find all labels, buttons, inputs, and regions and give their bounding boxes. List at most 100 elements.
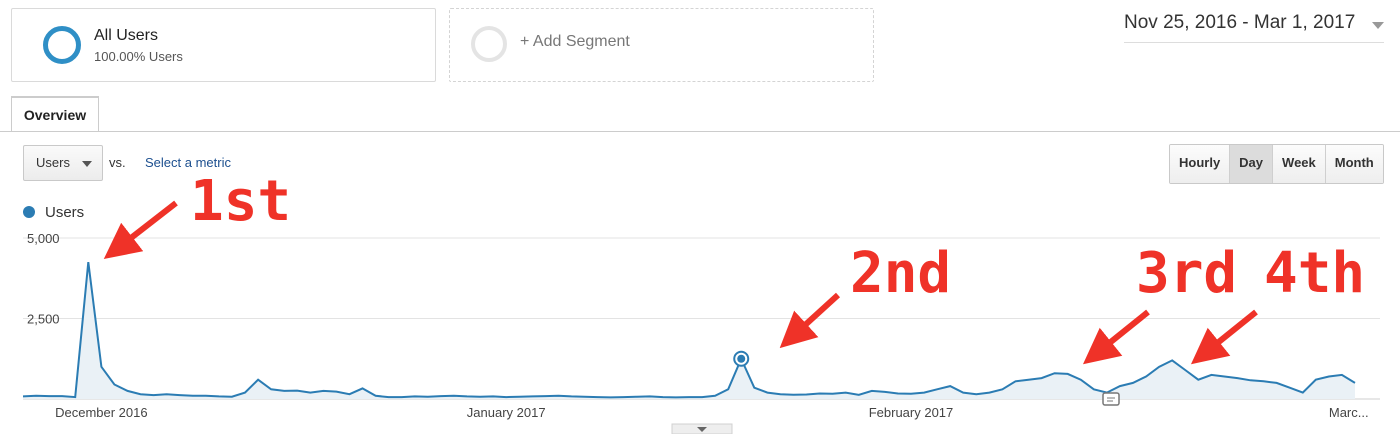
data-point[interactable] [673, 394, 679, 400]
data-point[interactable] [516, 394, 522, 400]
data-point[interactable] [660, 394, 666, 400]
data-point[interactable] [464, 393, 470, 399]
data-point[interactable] [1339, 372, 1345, 378]
data-point[interactable] [582, 394, 588, 400]
data-point[interactable] [85, 259, 91, 265]
data-point[interactable] [425, 394, 431, 400]
data-point[interactable] [294, 388, 300, 394]
data-point[interactable] [1326, 374, 1332, 380]
data-point[interactable] [72, 394, 78, 400]
data-point[interactable] [804, 392, 810, 398]
data-point[interactable] [947, 383, 953, 389]
data-point[interactable] [98, 364, 104, 370]
data-point[interactable] [138, 391, 144, 397]
data-point[interactable] [373, 393, 379, 399]
data-point[interactable] [1182, 367, 1188, 373]
data-point[interactable] [281, 388, 287, 394]
data-point[interactable] [46, 393, 52, 399]
data-point[interactable] [151, 392, 157, 398]
data-point[interactable] [1208, 372, 1214, 378]
data-point[interactable] [490, 393, 496, 399]
data-point[interactable] [333, 389, 339, 395]
data-point[interactable] [1221, 374, 1227, 380]
data-point[interactable] [503, 394, 509, 400]
data-point[interactable] [307, 390, 313, 396]
data-point[interactable] [1195, 377, 1201, 383]
data-point[interactable] [1117, 383, 1123, 389]
data-point[interactable] [111, 382, 117, 388]
data-point[interactable] [1300, 390, 1306, 396]
data-point[interactable] [33, 393, 39, 399]
data-point[interactable] [1052, 370, 1058, 376]
data-point[interactable] [999, 386, 1005, 392]
data-point[interactable] [386, 394, 392, 400]
data-point[interactable] [1274, 380, 1280, 386]
data-point[interactable] [529, 393, 535, 399]
data-point[interactable] [412, 393, 418, 399]
data-point[interactable] [399, 394, 405, 400]
data-point[interactable] [595, 394, 601, 400]
data-point[interactable] [1091, 386, 1097, 392]
data-point[interactable] [843, 390, 849, 396]
data-point[interactable] [1313, 377, 1319, 383]
data-point[interactable] [320, 388, 326, 394]
data-point[interactable] [1156, 364, 1162, 370]
data-point[interactable] [1352, 380, 1358, 386]
data-point[interactable] [438, 393, 444, 399]
data-point[interactable] [347, 391, 353, 397]
data-point[interactable] [242, 390, 248, 396]
data-point[interactable] [229, 394, 235, 400]
data-point[interactable] [699, 394, 705, 400]
data-point[interactable] [1026, 377, 1032, 383]
data-point[interactable] [712, 393, 718, 399]
data-point[interactable] [777, 391, 783, 397]
data-point[interactable] [1143, 374, 1149, 380]
data-point[interactable] [177, 392, 183, 398]
data-point[interactable] [960, 390, 966, 396]
data-point[interactable] [555, 393, 561, 399]
data-point[interactable] [1065, 371, 1071, 377]
data-point[interactable] [569, 393, 575, 399]
data-point[interactable] [1235, 375, 1241, 381]
data-point[interactable] [973, 391, 979, 397]
data-point[interactable] [895, 391, 901, 397]
data-point[interactable] [125, 388, 131, 394]
data-point[interactable] [164, 391, 170, 397]
data-point[interactable] [751, 385, 757, 391]
data-point[interactable] [934, 386, 940, 392]
data-point[interactable] [190, 393, 196, 399]
data-point[interactable] [20, 393, 26, 399]
data-point[interactable] [255, 377, 261, 383]
data-point[interactable] [203, 393, 209, 399]
data-point[interactable] [621, 394, 627, 400]
data-point[interactable] [986, 390, 992, 396]
data-point[interactable] [908, 391, 914, 397]
data-point[interactable] [791, 392, 797, 398]
data-point[interactable] [608, 394, 614, 400]
data-point[interactable] [1013, 378, 1019, 384]
data-point[interactable] [764, 390, 770, 396]
data-point[interactable] [542, 393, 548, 399]
data-point[interactable] [869, 388, 875, 394]
data-point[interactable] [59, 393, 65, 399]
data-point[interactable] [451, 393, 457, 399]
data-point[interactable] [1039, 375, 1045, 381]
data-point[interactable] [856, 392, 862, 398]
data-point[interactable] [647, 393, 653, 399]
data-point[interactable] [1261, 378, 1267, 384]
data-point[interactable] [882, 389, 888, 395]
data-point[interactable] [830, 391, 836, 397]
data-point[interactable] [1248, 377, 1254, 383]
data-point[interactable] [1130, 380, 1136, 386]
data-point[interactable] [686, 394, 692, 400]
data-point[interactable] [268, 386, 274, 392]
data-point[interactable] [1169, 357, 1175, 363]
data-point[interactable] [725, 386, 731, 392]
data-point[interactable] [216, 393, 222, 399]
data-point[interactable] [817, 391, 823, 397]
annotation-flag-icon[interactable] [1102, 392, 1120, 406]
data-point[interactable] [1287, 385, 1293, 391]
data-point[interactable] [634, 394, 640, 400]
data-point[interactable] [360, 385, 366, 391]
data-point[interactable] [477, 394, 483, 400]
